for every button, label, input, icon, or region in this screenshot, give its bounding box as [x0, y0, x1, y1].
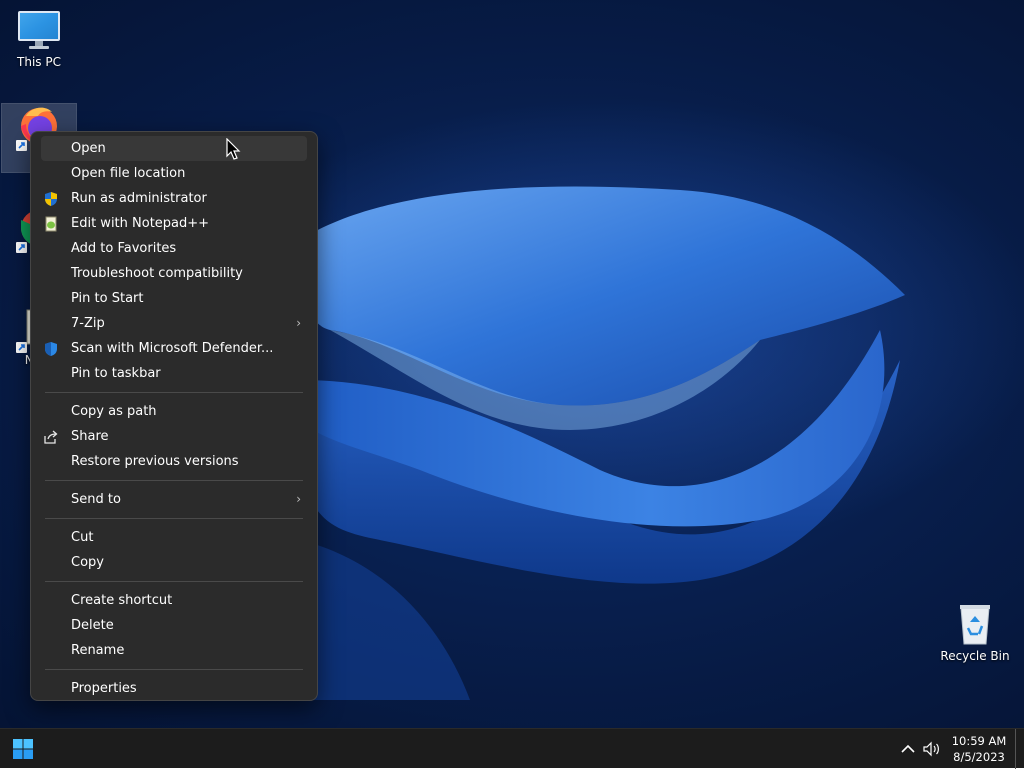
desktop[interactable]: This PC Fi Go Ch	[0, 0, 1024, 728]
menu-item-copy[interactable]: Copy	[41, 550, 307, 575]
menu-item-edit-with-notepad-plus-plus[interactable]: Edit with Notepad++	[41, 211, 307, 236]
chevron-up-icon[interactable]	[899, 740, 917, 758]
menu-item-properties[interactable]: Properties	[41, 676, 307, 701]
menu-item-label: Share	[71, 429, 109, 444]
menu-item-troubleshoot-compatibility[interactable]: Troubleshoot compatibility	[41, 261, 307, 286]
menu-separator	[45, 480, 303, 481]
chevron-right-icon: ›	[296, 492, 301, 506]
menu-item-label: Properties	[71, 681, 137, 696]
menu-item-7-zip[interactable]: 7-Zip ›	[41, 311, 307, 336]
menu-item-label: Pin to Start	[71, 291, 144, 306]
mouse-cursor-icon	[226, 138, 241, 160]
menu-item-label: Add to Favorites	[71, 241, 177, 256]
menu-separator	[45, 669, 303, 670]
menu-item-label: 7-Zip	[71, 316, 105, 331]
desktop-icon-this-pc[interactable]: This PC	[2, 8, 76, 69]
menu-item-run-as-administrator[interactable]: Run as administrator	[41, 186, 307, 211]
menu-item-copy-as-path[interactable]: Copy as path	[41, 399, 307, 424]
menu-item-label: Cut	[71, 530, 94, 545]
shortcut-arrow-icon	[16, 342, 27, 353]
menu-item-label: Run as administrator	[71, 191, 207, 206]
shortcut-arrow-icon	[16, 140, 27, 151]
menu-separator	[45, 392, 303, 393]
menu-item-pin-to-taskbar[interactable]: Pin to taskbar	[41, 361, 307, 386]
menu-item-share[interactable]: Share	[41, 424, 307, 449]
menu-item-scan-with-defender[interactable]: Scan with Microsoft Defender...	[41, 336, 307, 361]
menu-item-open[interactable]: Open	[41, 136, 307, 161]
share-icon	[44, 430, 58, 444]
desktop-icon-recycle-bin[interactable]: Recycle Bin	[938, 602, 1012, 663]
menu-item-label: Create shortcut	[71, 593, 173, 608]
menu-separator	[45, 581, 303, 582]
menu-separator	[45, 518, 303, 519]
menu-item-cut[interactable]: Cut	[41, 525, 307, 550]
menu-item-label: Copy as path	[71, 404, 157, 419]
menu-item-label: Restore previous versions	[71, 454, 239, 469]
notepad-plus-plus-icon	[45, 216, 57, 232]
menu-item-label: Scan with Microsoft Defender...	[71, 341, 274, 356]
chevron-right-icon: ›	[296, 316, 301, 330]
menu-item-rename[interactable]: Rename	[41, 638, 307, 663]
windows-logo-icon[interactable]	[9, 736, 37, 762]
defender-shield-icon	[45, 342, 57, 356]
taskbar[interactable]: 10:59 AM 8/5/2023	[0, 728, 1024, 769]
clock-date: 8/5/2023	[953, 750, 1005, 764]
menu-item-create-shortcut[interactable]: Create shortcut	[41, 588, 307, 613]
menu-item-label: Send to	[71, 492, 121, 507]
menu-item-label: Delete	[71, 618, 114, 633]
desktop-icon-label: This PC	[17, 55, 61, 69]
desktop-icon-label: Recycle Bin	[940, 649, 1010, 663]
menu-item-open-file-location[interactable]: Open file location	[41, 161, 307, 186]
show-desktop-button[interactable]	[1015, 729, 1016, 769]
context-menu[interactable]: Open Open file location Run as administr…	[30, 131, 318, 701]
menu-item-add-to-favorites[interactable]: Add to Favorites	[41, 236, 307, 261]
menu-item-label: Troubleshoot compatibility	[71, 266, 243, 281]
menu-item-delete[interactable]: Delete	[41, 613, 307, 638]
menu-item-pin-to-start[interactable]: Pin to Start	[41, 286, 307, 311]
menu-item-label: Open file location	[71, 166, 186, 181]
clock[interactable]: 10:59 AM 8/5/2023	[948, 733, 1010, 765]
clock-time: 10:59 AM	[951, 734, 1007, 748]
menu-item-label: Pin to taskbar	[71, 366, 161, 381]
recycle-bin-icon	[960, 605, 990, 645]
uac-shield-icon	[45, 192, 57, 206]
menu-item-restore-previous-versions[interactable]: Restore previous versions	[41, 449, 307, 474]
shortcut-arrow-icon	[16, 242, 27, 253]
menu-item-label: Edit with Notepad++	[71, 216, 210, 231]
menu-item-label: Open	[71, 141, 106, 156]
menu-item-label: Rename	[71, 643, 125, 658]
volume-icon[interactable]	[922, 740, 942, 758]
menu-item-label: Copy	[71, 555, 104, 570]
menu-item-send-to[interactable]: Send to ›	[41, 487, 307, 512]
monitor-icon	[18, 11, 60, 49]
